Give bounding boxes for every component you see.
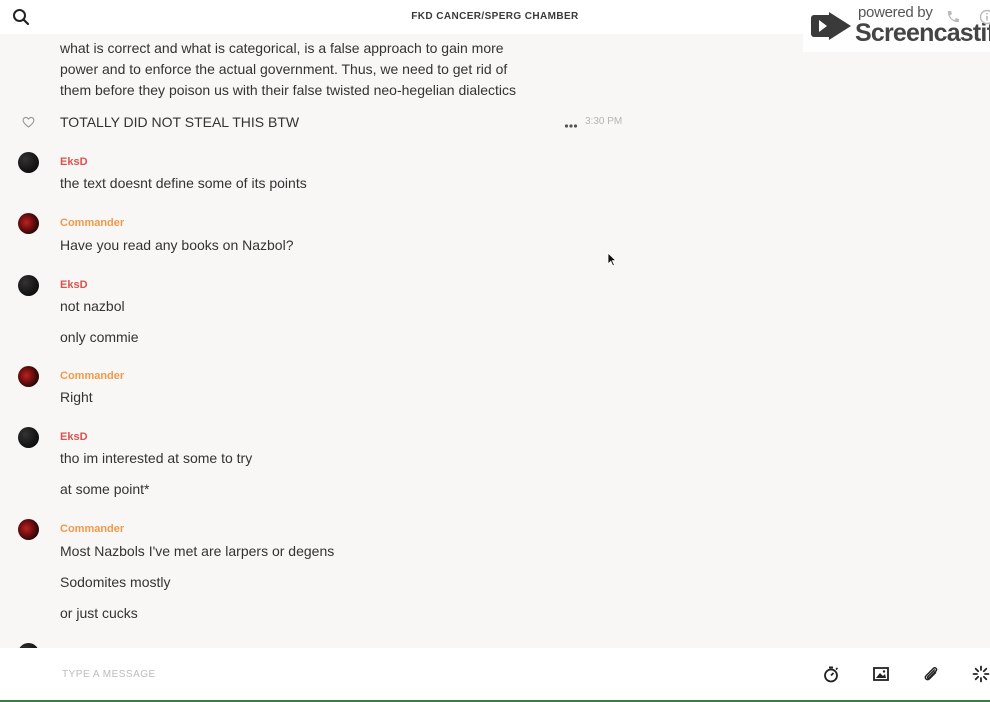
message-text: power and to enforce the actual governme… — [60, 59, 540, 80]
message-text: Sodomites mostly — [60, 574, 170, 590]
avatar[interactable] — [18, 427, 39, 448]
author-name[interactable]: Commander — [60, 370, 124, 382]
heart-icon[interactable] — [22, 115, 35, 133]
message-text: Most Nazbols I've met are larpers or deg… — [60, 543, 334, 559]
avatar[interactable] — [18, 519, 39, 540]
phone-icon[interactable] — [945, 9, 961, 30]
loading-spinner-icon[interactable] — [972, 665, 990, 683]
mouse-cursor-icon — [607, 252, 617, 272]
avatar[interactable] — [18, 366, 39, 387]
message-composer — [0, 648, 990, 702]
image-icon[interactable] — [872, 665, 890, 683]
message-text: them before they poison us with their fa… — [60, 80, 540, 101]
more-options-icon[interactable] — [564, 117, 578, 135]
timer-icon[interactable] — [822, 665, 840, 683]
author-name[interactable]: EksD — [60, 431, 88, 443]
previous-message-text: what is correct and what is categorical,… — [60, 38, 540, 101]
avatar[interactable] — [18, 152, 39, 173]
message-text: at some point* — [60, 481, 150, 497]
message-feed[interactable]: what is correct and what is categorical,… — [0, 34, 990, 648]
message-text: TOTALLY DID NOT STEAL THIS BTW — [60, 114, 299, 130]
message-text: what is correct and what is categorical,… — [60, 38, 540, 59]
author-name[interactable]: EksD — [60, 156, 88, 168]
message-text: only commie — [60, 329, 139, 345]
message-text: or just cucks — [60, 605, 138, 621]
message-text: Right — [60, 389, 93, 405]
author-name[interactable]: Commander — [60, 523, 124, 535]
message-text: Have you read any books on Nazbol? — [60, 237, 293, 253]
message-text: not nazbol — [60, 298, 125, 314]
message-timestamp: 3:30 PM — [585, 116, 622, 127]
message-input[interactable] — [60, 660, 764, 688]
attachment-icon[interactable] — [922, 665, 940, 683]
author-name[interactable]: EksD — [60, 279, 88, 291]
message-text: the text doesnt define some of its point… — [60, 175, 307, 191]
avatar[interactable] — [18, 275, 39, 296]
author-name[interactable]: Commander — [60, 217, 124, 229]
message-text: tho im interested at some to try — [60, 450, 252, 466]
info-icon[interactable] — [979, 9, 990, 30]
avatar[interactable] — [18, 213, 39, 234]
